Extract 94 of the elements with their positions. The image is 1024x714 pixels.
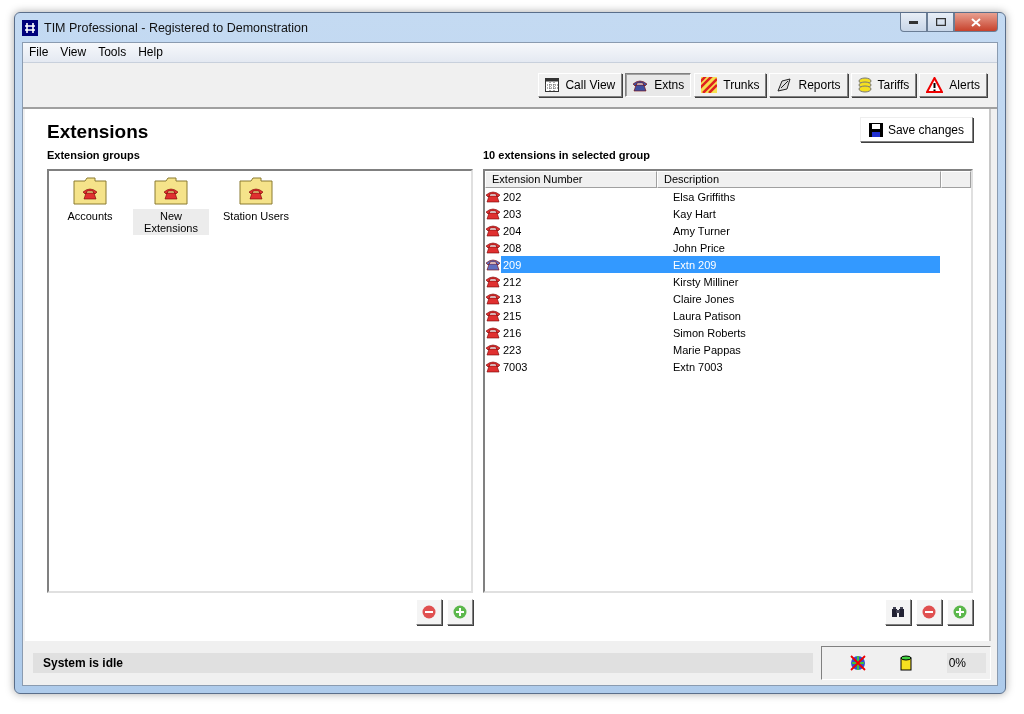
phone-icon: [485, 275, 501, 288]
app-logo-icon: [22, 19, 38, 36]
phone-icon: [632, 78, 649, 92]
status-message: System is idle: [33, 653, 813, 673]
table-row[interactable]: 216 Simon Roberts: [501, 324, 940, 341]
table-cell: 203: [503, 207, 522, 220]
table-row[interactable]: 204 Amy Turner: [501, 222, 940, 239]
table-row[interactable]: 213 Claire Jones: [501, 290, 940, 307]
add-icon: [453, 605, 467, 619]
table-cell: 208: [503, 241, 522, 254]
phone-icon: [485, 207, 501, 220]
add-icon: [953, 605, 967, 619]
add-button[interactable]: [447, 599, 473, 625]
table-row[interactable]: 203 Kay Hart: [501, 205, 940, 222]
table-cell: 223: [503, 343, 522, 356]
binoculars-icon: [891, 606, 905, 618]
table-cell: Kirsty Milliner: [673, 275, 739, 288]
toolbar-button[interactable]: Extns: [625, 73, 692, 97]
phone-icon: [485, 224, 501, 237]
menu-item[interactable]: Tools: [92, 43, 133, 62]
table-row[interactable]: 212 Kirsty Milliner: [501, 273, 940, 290]
phone-icon: [485, 292, 501, 305]
pen-icon: [776, 77, 793, 93]
table-cell: Extn 209: [673, 258, 717, 271]
toolbar-button[interactable]: Trunks: [694, 73, 767, 97]
table-cell: Simon Roberts: [673, 326, 746, 339]
phone-icon: [485, 190, 501, 203]
menu-item[interactable]: View: [54, 43, 93, 62]
disconnected-globe-icon: [850, 655, 866, 671]
close-icon: [971, 17, 981, 27]
minimize-icon: [909, 20, 918, 24]
phone-icon: [485, 326, 501, 339]
table-cell: 216: [503, 326, 522, 339]
table-cell: Extn 7003: [673, 360, 723, 373]
group-item[interactable]: Accounts: [65, 209, 115, 223]
table-cell: Kay Hart: [673, 207, 716, 220]
minimize-button[interactable]: [900, 13, 927, 32]
table-cell: Amy Turner: [673, 224, 730, 237]
phone-icon: [485, 258, 501, 271]
phone-icon: [485, 241, 501, 254]
table-cell: 213: [503, 292, 522, 305]
phone-icon: [485, 360, 501, 373]
folder-icon: [154, 177, 188, 205]
menu-item[interactable]: File: [23, 43, 55, 62]
table-cell: 7003: [503, 360, 528, 373]
add-button[interactable]: [947, 599, 973, 625]
group-item[interactable]: New Extensions: [133, 209, 209, 235]
save-icon: [868, 122, 883, 137]
warning-icon: [926, 77, 944, 93]
table-row[interactable]: 223 Marie Pappas: [501, 341, 940, 358]
phone-icon: [485, 343, 501, 356]
table-cell: 212: [503, 275, 522, 288]
table-cell: 204: [503, 224, 522, 237]
remove-icon: [922, 605, 936, 619]
grid-icon: [545, 78, 560, 92]
panel-heading: Extension groups: [47, 149, 141, 161]
table-row[interactable]: 215 Laura Patison: [501, 307, 940, 324]
maximize-icon: [935, 18, 946, 26]
table-cell: Claire Jones: [673, 292, 735, 305]
table-cell: 215: [503, 309, 522, 322]
table-row[interactable]: 7003 Extn 7003: [501, 358, 940, 375]
table-cell: John Price: [673, 241, 725, 254]
folder-icon: [239, 177, 273, 205]
coins-icon: [857, 77, 872, 93]
database-icon: [900, 655, 913, 671]
toolbar-button[interactable]: Tariffs: [850, 73, 917, 97]
toolbar-button[interactable]: Alerts: [919, 73, 987, 97]
toolbar-button[interactable]: Reports: [769, 73, 848, 97]
striped-icon: [701, 77, 718, 93]
table-cell: Marie Pappas: [673, 343, 741, 356]
table-cell: Laura Patison: [673, 309, 741, 322]
page-title: Extensions: [47, 121, 149, 143]
table-row[interactable]: 208 John Price: [501, 239, 940, 256]
find-button[interactable]: [885, 599, 911, 625]
window-title: TIM Professional - Registered to Demonstration: [44, 20, 308, 35]
column-header[interactable]: Description: [657, 171, 941, 188]
remove-button[interactable]: [916, 599, 942, 625]
panel-heading: 10 extensions in selected group: [483, 149, 651, 161]
phone-icon: [485, 309, 501, 322]
column-header[interactable]: Extension Number: [485, 171, 657, 188]
usage-percent: 0%: [946, 653, 986, 673]
table-cell: 209: [503, 258, 522, 271]
close-button[interactable]: [954, 13, 998, 32]
group-item[interactable]: Station Users: [221, 209, 292, 223]
save-changes-button[interactable]: Save changes: [859, 117, 973, 142]
folder-icon: [73, 177, 107, 205]
table-cell: 202: [503, 190, 522, 203]
menu-item[interactable]: Help: [132, 43, 169, 62]
maximize-button[interactable]: [927, 13, 954, 32]
toolbar-button[interactable]: Call View: [538, 73, 623, 97]
table-cell: Elsa Griffiths: [673, 190, 736, 203]
remove-icon: [422, 605, 436, 619]
remove-button[interactable]: [416, 599, 442, 625]
table-row[interactable]: 202 Elsa Griffiths: [501, 188, 940, 205]
